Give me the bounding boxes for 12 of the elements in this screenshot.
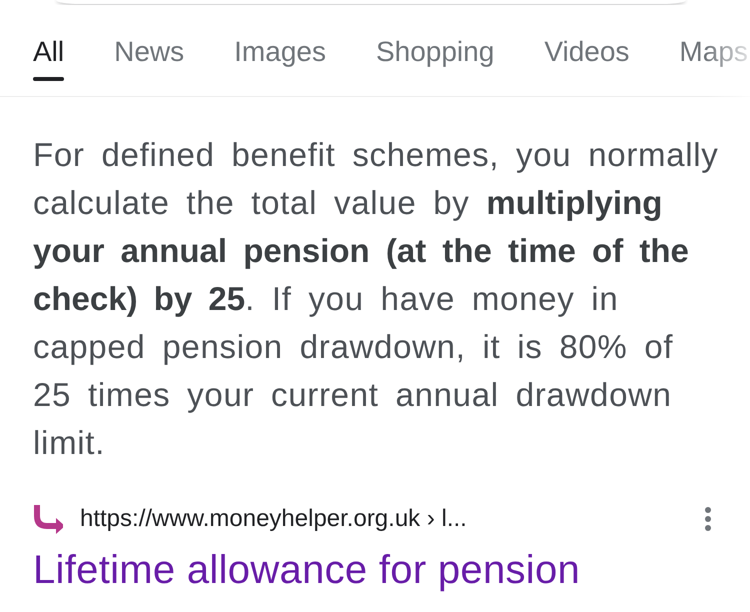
result-title-link[interactable]: Lifetime allowance for pension — [33, 546, 580, 594]
search-field[interactable] — [56, 0, 686, 4]
arrow-icon — [33, 504, 63, 534]
more-options-icon[interactable] — [704, 507, 712, 531]
tab[interactable]: Shopping — [376, 5, 494, 96]
tab[interactable]: All — [33, 5, 64, 96]
tab[interactable]: Images — [234, 5, 326, 96]
tab[interactable]: News — [114, 5, 184, 96]
tab[interactable]: Maps — [679, 5, 748, 96]
result-url: https://www.moneyhelper.org.uk › l... — [80, 505, 467, 533]
tab[interactable]: Videos — [544, 5, 630, 96]
answer-text: For defined benefit schemes, you normally calculate the total value by multiplying your annual pension (at the time of the check) by 25. If you have money in capped pension drawdown, it is 80% of 25 times your current annual drawdown limit. — [33, 135, 720, 463]
